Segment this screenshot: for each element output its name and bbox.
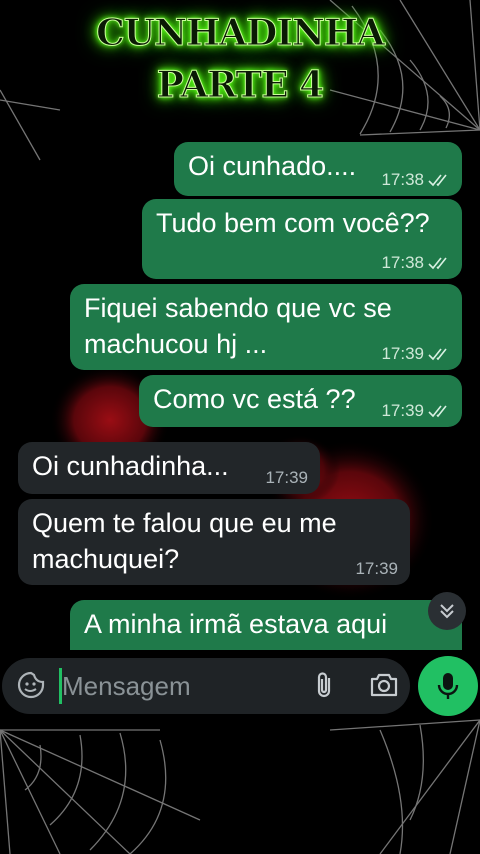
sticker-emoji-icon[interactable]: [16, 670, 46, 700]
double-check-icon: [428, 348, 447, 361]
message-meta: 17:38: [381, 170, 450, 190]
message-bubble-incoming[interactable]: Oi cunhadinha... 17:39: [18, 442, 320, 494]
message-text: A minha irmã estava aqui: [84, 609, 388, 639]
microphone-icon: [437, 673, 459, 699]
message-time: 17:39: [381, 344, 424, 363]
message-bubble-outgoing[interactable]: Oi cunhado.... 17:38: [174, 142, 462, 196]
double-check-icon: [428, 405, 447, 418]
paperclip-icon[interactable]: [310, 670, 340, 700]
banner-title-line2: PARTE 4: [156, 64, 324, 107]
message-time: 17:38: [381, 170, 424, 189]
message-text: Quem te falou que eu me machuquei?: [32, 508, 337, 574]
scroll-to-bottom-button[interactable]: [428, 592, 466, 630]
message-input[interactable]: Mensagem: [62, 669, 191, 703]
message-bubble-outgoing[interactable]: Tudo bem com você?? 17:38: [142, 199, 462, 279]
message-meta: 17:38: [381, 253, 450, 273]
message-bubble-outgoing[interactable]: A minha irmã estava aqui: [70, 600, 462, 650]
message-time: 17:39: [355, 559, 398, 578]
message-time: 17:39: [381, 401, 424, 420]
camera-icon[interactable]: [368, 670, 400, 700]
banner-title-line1: CUNHADINHA: [96, 12, 386, 55]
message-meta: 17:39: [381, 401, 450, 421]
message-text: Tudo bem com você??: [156, 208, 430, 238]
microphone-button[interactable]: [418, 656, 478, 716]
message-time: 17:38: [381, 253, 424, 272]
message-meta: 17:39: [355, 559, 398, 579]
message-composer: Mensagem: [2, 658, 410, 714]
message-meta: 17:39: [381, 344, 450, 364]
message-meta: 17:39: [265, 468, 308, 488]
message-time: 17:39: [265, 468, 308, 487]
message-bubble-outgoing[interactable]: Fiquei sabendo que vc se machucou hj ...…: [70, 284, 462, 370]
message-bubble-outgoing[interactable]: Como vc está ?? 17:39: [139, 375, 462, 427]
double-check-icon: [428, 174, 447, 187]
double-chevron-down-icon: [440, 604, 454, 619]
double-check-icon: [428, 257, 447, 270]
message-bubble-incoming[interactable]: Quem te falou que eu me machuquei? 17:39: [18, 499, 410, 585]
spiderweb-background: [0, 0, 480, 854]
